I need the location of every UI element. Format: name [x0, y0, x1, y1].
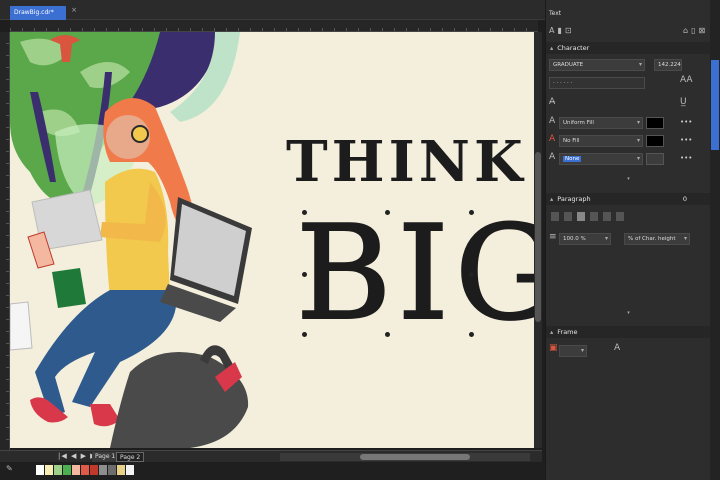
selection-handle[interactable] [302, 332, 307, 337]
collapse-triangle-icon: ▴ [550, 328, 554, 336]
spacing-unit-dropdown[interactable]: % of Char. height ▾ [624, 233, 690, 245]
chevron-down-icon: ▾ [580, 347, 584, 354]
palette-swatch[interactable] [81, 465, 89, 475]
scroll-thumb[interactable] [711, 60, 719, 150]
page-tab-2[interactable]: Page 2 [116, 452, 145, 462]
align-right-button[interactable] [590, 212, 598, 221]
status-bar: ✎ [0, 462, 545, 480]
align-center-button[interactable] [577, 212, 585, 221]
more-options-icon[interactable]: ••• [680, 136, 692, 144]
vertical-ruler [0, 32, 10, 450]
notebook-shape [10, 301, 33, 351]
palette-swatch[interactable] [36, 465, 44, 475]
palette-swatch[interactable] [63, 465, 71, 475]
chevron-down-icon: ▾ [604, 235, 608, 242]
font-style-dropdown[interactable]: · · · · · · [549, 77, 645, 89]
close-tab-icon[interactable]: × [70, 6, 78, 14]
text-fill-icon: A [549, 116, 556, 126]
green-book-shape [52, 268, 86, 308]
underline-icon[interactable]: U̲ [680, 97, 687, 107]
document-tab-bar: DrawBig.cdr* × [0, 0, 545, 20]
expand-section-icon[interactable]: ▾ [546, 176, 711, 184]
palette-swatch[interactable] [99, 465, 107, 475]
more-options-icon[interactable]: ••• [680, 118, 692, 126]
chevron-down-icon: ▾ [683, 235, 687, 242]
selection-handle[interactable] [302, 272, 307, 277]
frame-fill-icon: ▣ [549, 343, 558, 353]
panel-text-mode-icons[interactable]: A▮⊡ [549, 26, 575, 35]
fill-color-swatch[interactable] [646, 117, 664, 129]
frame-text-icon[interactable]: A [614, 343, 620, 353]
expand-section-icon[interactable]: ▾ [546, 310, 711, 318]
align-force-justify-button[interactable] [616, 212, 624, 221]
panel-scrollbar[interactable] [710, 0, 720, 480]
background-fill-icon: A [549, 134, 556, 144]
palette-swatch[interactable] [108, 465, 116, 475]
frame-fill-dropdown[interactable]: ▾ [559, 345, 587, 357]
font-size-field[interactable]: 142.224 [654, 59, 682, 71]
canvas-horizontal-scrollbar[interactable] [280, 453, 530, 461]
scroll-thumb[interactable] [535, 152, 541, 322]
drawing-canvas[interactable]: THINK BIG [10, 32, 534, 448]
background-fill-dropdown[interactable]: No Fill ▾ [559, 135, 643, 147]
align-none-button[interactable] [551, 212, 559, 221]
chevron-down-icon: ▾ [636, 137, 640, 144]
canvas-vertical-scrollbar[interactable] [534, 32, 542, 448]
selection-handle[interactable] [469, 210, 474, 215]
panel-options-icons[interactable]: ⌂▯⊠ [683, 26, 708, 35]
font-family-dropdown[interactable]: GRADUATE ▾ [549, 59, 645, 71]
selection-handle[interactable] [469, 332, 474, 337]
line-spacing-icon: ≡ [549, 232, 557, 242]
headphone-shape [131, 125, 149, 143]
chevron-down-icon: ▾ [636, 119, 640, 126]
frame-section-header[interactable]: ▴ Frame [546, 326, 711, 338]
palette-swatch[interactable] [54, 465, 62, 475]
align-justify-button[interactable] [603, 212, 611, 221]
panel-title: Text [549, 10, 562, 17]
page-tab-1[interactable]: Page 1 [92, 452, 119, 462]
character-section-header[interactable]: ▴ Character [546, 42, 711, 54]
collapse-triangle-icon: ▴ [550, 44, 554, 52]
kerning-icon[interactable]: A̶ [549, 97, 555, 107]
selection-handle[interactable] [302, 210, 307, 215]
outline-color-swatch[interactable] [646, 153, 664, 165]
outline-dropdown[interactable]: None ▾ [559, 153, 643, 165]
line-spacing-field[interactable]: 100.0 % ▾ [559, 233, 611, 245]
headline-think[interactable]: THINK [286, 132, 527, 192]
background-color-swatch[interactable] [646, 135, 664, 147]
selection-handle[interactable] [469, 272, 474, 277]
palette-swatch[interactable] [90, 465, 98, 475]
document-tab[interactable]: DrawBig.cdr* [10, 6, 66, 20]
paragraph-section-header[interactable]: ▴ Paragraph 0 [546, 193, 711, 205]
palette-swatch[interactable] [45, 465, 53, 475]
chevron-down-icon: ▾ [636, 155, 640, 162]
headline-big[interactable]: BIG [295, 207, 534, 339]
align-left-button[interactable] [564, 212, 572, 221]
selection-handle[interactable] [385, 332, 390, 337]
palette-swatch[interactable] [117, 465, 125, 475]
horizontal-ruler [10, 20, 538, 32]
shoe-right-shape [90, 404, 120, 427]
scroll-thumb[interactable] [360, 454, 470, 460]
eyedropper-icon[interactable]: ✎ [6, 464, 13, 473]
page-navigation-bar: |◀ ◀ ▶ ▶| ⊞ Page 1 Page 2 [0, 450, 542, 462]
text-properties-panel: Text A▮⊡ ⌂▯⊠ ▴ Character GRADUATE ▾ 142.22… [545, 0, 711, 480]
palette-swatch[interactable] [126, 465, 134, 475]
outline-icon: A [549, 152, 556, 162]
selection-handle[interactable] [385, 210, 390, 215]
color-palette [36, 465, 135, 475]
fill-type-dropdown[interactable]: Uniform Fill ▾ [559, 117, 643, 129]
chevron-down-icon: ▾ [638, 61, 642, 68]
palette-swatch[interactable] [72, 465, 80, 475]
collapse-triangle-icon: ▴ [550, 195, 554, 203]
font-scale-icon[interactable]: AA [680, 75, 693, 85]
more-options-icon[interactable]: ••• [680, 154, 692, 162]
